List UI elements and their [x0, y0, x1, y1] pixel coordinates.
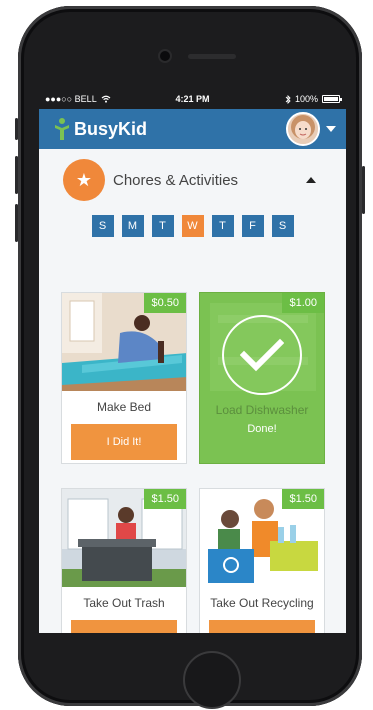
chore-card-make-bed[interactable]: $0.50 Make Bed I Did It!: [61, 292, 187, 464]
day-sunday[interactable]: S: [91, 215, 114, 237]
day-wednesday[interactable]: W: [181, 215, 204, 237]
busykid-logo-icon: [55, 118, 69, 140]
chore-card-load-dishwasher[interactable]: $1.00 Load Dishwasher Done!: [199, 292, 325, 464]
chore-title: Make Bed: [96, 400, 152, 414]
wifi-icon: [101, 95, 111, 103]
i-did-it-button[interactable]: I Did It!: [71, 424, 177, 460]
child-avatar-icon: [288, 114, 318, 144]
avatar[interactable]: [286, 112, 320, 146]
chore-title: Load Dishwasher: [215, 403, 309, 417]
chore-title: Take Out Trash: [83, 596, 165, 610]
chore-card-take-out-trash[interactable]: $1.50 Take Out Trash: [61, 488, 187, 633]
day-thursday[interactable]: T: [211, 215, 234, 237]
home-button[interactable]: [183, 651, 241, 709]
chevron-down-icon[interactable]: [326, 126, 336, 132]
chore-photo: $1.50: [62, 489, 186, 587]
price-badge: $1.00: [282, 293, 324, 313]
status-bar: ●●●○○ BELL 4:21 PM 100%: [39, 89, 346, 109]
checkmark-icon: [222, 315, 302, 395]
day-saturday[interactable]: S: [271, 215, 294, 237]
battery-percent: 100%: [294, 94, 318, 104]
star-icon: ★: [63, 159, 105, 201]
brand-name: BusyKid: [74, 118, 148, 139]
chore-photo: $0.50: [62, 293, 186, 391]
day-monday[interactable]: M: [121, 215, 144, 237]
battery-icon: [322, 95, 342, 103]
profile-menu[interactable]: [286, 112, 336, 146]
chore-card-take-out-recycling[interactable]: $1.50 Take Out Recycling: [199, 488, 325, 633]
section-header[interactable]: ★ Chores & Activities: [39, 149, 346, 211]
bluetooth-icon: [285, 94, 291, 104]
earpiece: [188, 54, 236, 59]
day-friday[interactable]: F: [241, 215, 264, 237]
chore-photo: $1.00: [200, 293, 324, 403]
price-badge: $1.50: [144, 489, 186, 509]
volume-down-button: [15, 204, 18, 242]
front-camera: [160, 51, 170, 61]
day-tuesday[interactable]: T: [151, 215, 174, 237]
day-selector: S M T W T F S: [39, 215, 346, 237]
section-title: Chores & Activities: [113, 171, 239, 189]
volume-up-button: [15, 156, 18, 194]
power-button: [362, 166, 365, 214]
done-status: Done!: [247, 423, 277, 435]
mute-switch: [15, 118, 18, 140]
chore-photo: $1.50: [200, 489, 324, 587]
collapse-icon[interactable]: [306, 177, 316, 183]
brand-logo[interactable]: BusyKid: [53, 117, 147, 141]
i-did-it-button[interactable]: [209, 620, 315, 633]
price-badge: $0.50: [144, 293, 186, 313]
app-screen: ●●●○○ BELL 4:21 PM 100% BusyKid ★ Chores…: [39, 89, 346, 633]
carrier-label: ●●●○○ BELL: [45, 94, 97, 104]
chore-title: Take Out Recycling: [210, 596, 314, 610]
app-header: BusyKid: [39, 109, 346, 149]
i-did-it-button[interactable]: [71, 620, 177, 633]
price-badge: $1.50: [282, 489, 324, 509]
